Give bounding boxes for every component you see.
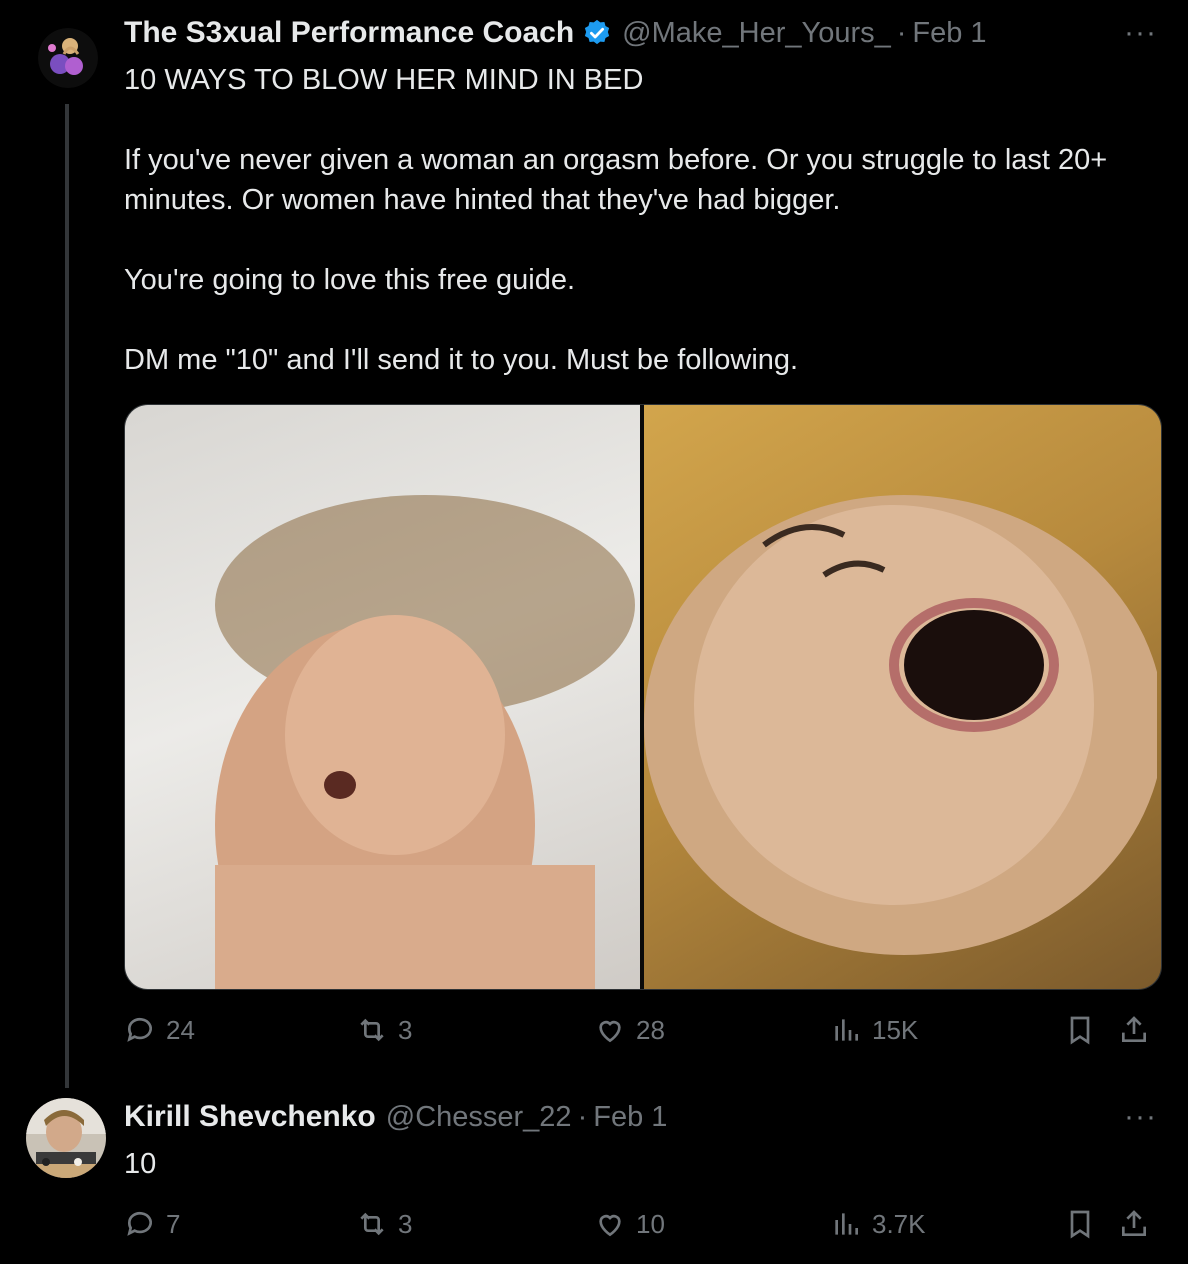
reply-author-handle[interactable]: @Chesser_22	[386, 1101, 572, 1134]
repost-icon	[360, 1212, 384, 1236]
reply-repost-button[interactable]: 3	[356, 1208, 412, 1240]
reply-views-count: 3.7K	[872, 1208, 926, 1239]
post-text: 10 WAYS TO BLOW HER MIND IN BED If you'v…	[124, 60, 1174, 380]
reply-text: 10	[124, 1148, 157, 1180]
reply-button[interactable]: 24	[124, 1014, 195, 1046]
reply-views-button[interactable]: 3.7K	[830, 1208, 926, 1240]
verified-badge-icon	[582, 18, 612, 48]
repost-button[interactable]: 3	[356, 1014, 412, 1046]
post-line: minutes. Or women have hinted that they'…	[124, 184, 841, 216]
repost-icon	[360, 1018, 384, 1042]
heart-icon	[599, 1214, 621, 1237]
bookmark-button[interactable]	[1064, 1014, 1106, 1046]
repost-count: 3	[398, 1014, 413, 1045]
views-icon	[835, 1019, 858, 1041]
reply-like-button[interactable]: 10	[594, 1208, 665, 1240]
post-title-line: 10 WAYS TO BLOW HER MIND IN BED	[124, 64, 644, 96]
reply-header: Kirill Shevchenko @Chesser_22 · Feb 1	[124, 1100, 667, 1134]
author-avatar[interactable]	[38, 28, 98, 88]
bookmark-icon	[1070, 1210, 1090, 1239]
bookmark-icon	[1070, 1016, 1090, 1045]
reply-like-count: 10	[636, 1208, 665, 1239]
post-line: You're going to love this free guide.	[124, 264, 576, 296]
reply-icon	[127, 1017, 152, 1042]
post-line: If you've never given a woman an orgasm …	[124, 144, 1108, 176]
views-count: 15K	[872, 1014, 919, 1045]
author-handle[interactable]: @Make_Her_Yours_	[622, 17, 891, 50]
like-count: 28	[636, 1014, 665, 1045]
reply-author-name[interactable]: Kirill Shevchenko	[124, 1100, 376, 1134]
share-icon	[1122, 1016, 1146, 1042]
date-separator: ·	[896, 16, 907, 49]
reply-avatar[interactable]	[26, 1098, 106, 1178]
views-icon	[835, 1213, 858, 1235]
reply-share-button[interactable]	[1118, 1208, 1160, 1240]
reply-date[interactable]: Feb 1	[593, 1101, 667, 1134]
share-button[interactable]	[1118, 1014, 1160, 1046]
media-photo-left[interactable]	[125, 405, 640, 989]
reply-count: 24	[166, 1014, 195, 1045]
reply-repost-count: 3	[398, 1208, 413, 1239]
post-media[interactable]	[124, 404, 1162, 990]
reply-bookmark-button[interactable]	[1064, 1208, 1106, 1240]
post-line: DM me "10" and I'll send it to you. Must…	[124, 344, 799, 376]
reply-more-options-icon[interactable]: ···	[1124, 1100, 1157, 1134]
reply-reply-count: 7	[166, 1208, 181, 1239]
reply-reply-button[interactable]: 7	[124, 1208, 180, 1240]
post-date[interactable]: Feb 1	[912, 17, 986, 50]
author-name[interactable]: The S3xual Performance Coach	[124, 16, 574, 50]
views-button[interactable]: 15K	[830, 1014, 918, 1046]
share-icon	[1122, 1210, 1146, 1236]
thread-line	[65, 104, 69, 1088]
heart-icon	[599, 1020, 621, 1043]
reply-date-separator: ·	[577, 1100, 588, 1133]
more-options-icon[interactable]: ···	[1124, 16, 1157, 50]
reply-icon	[127, 1211, 152, 1236]
media-photo-right[interactable]	[640, 405, 1161, 989]
like-button[interactable]: 28	[594, 1014, 665, 1046]
post-header: The S3xual Performance Coach @Make_Her_Y…	[124, 16, 987, 50]
